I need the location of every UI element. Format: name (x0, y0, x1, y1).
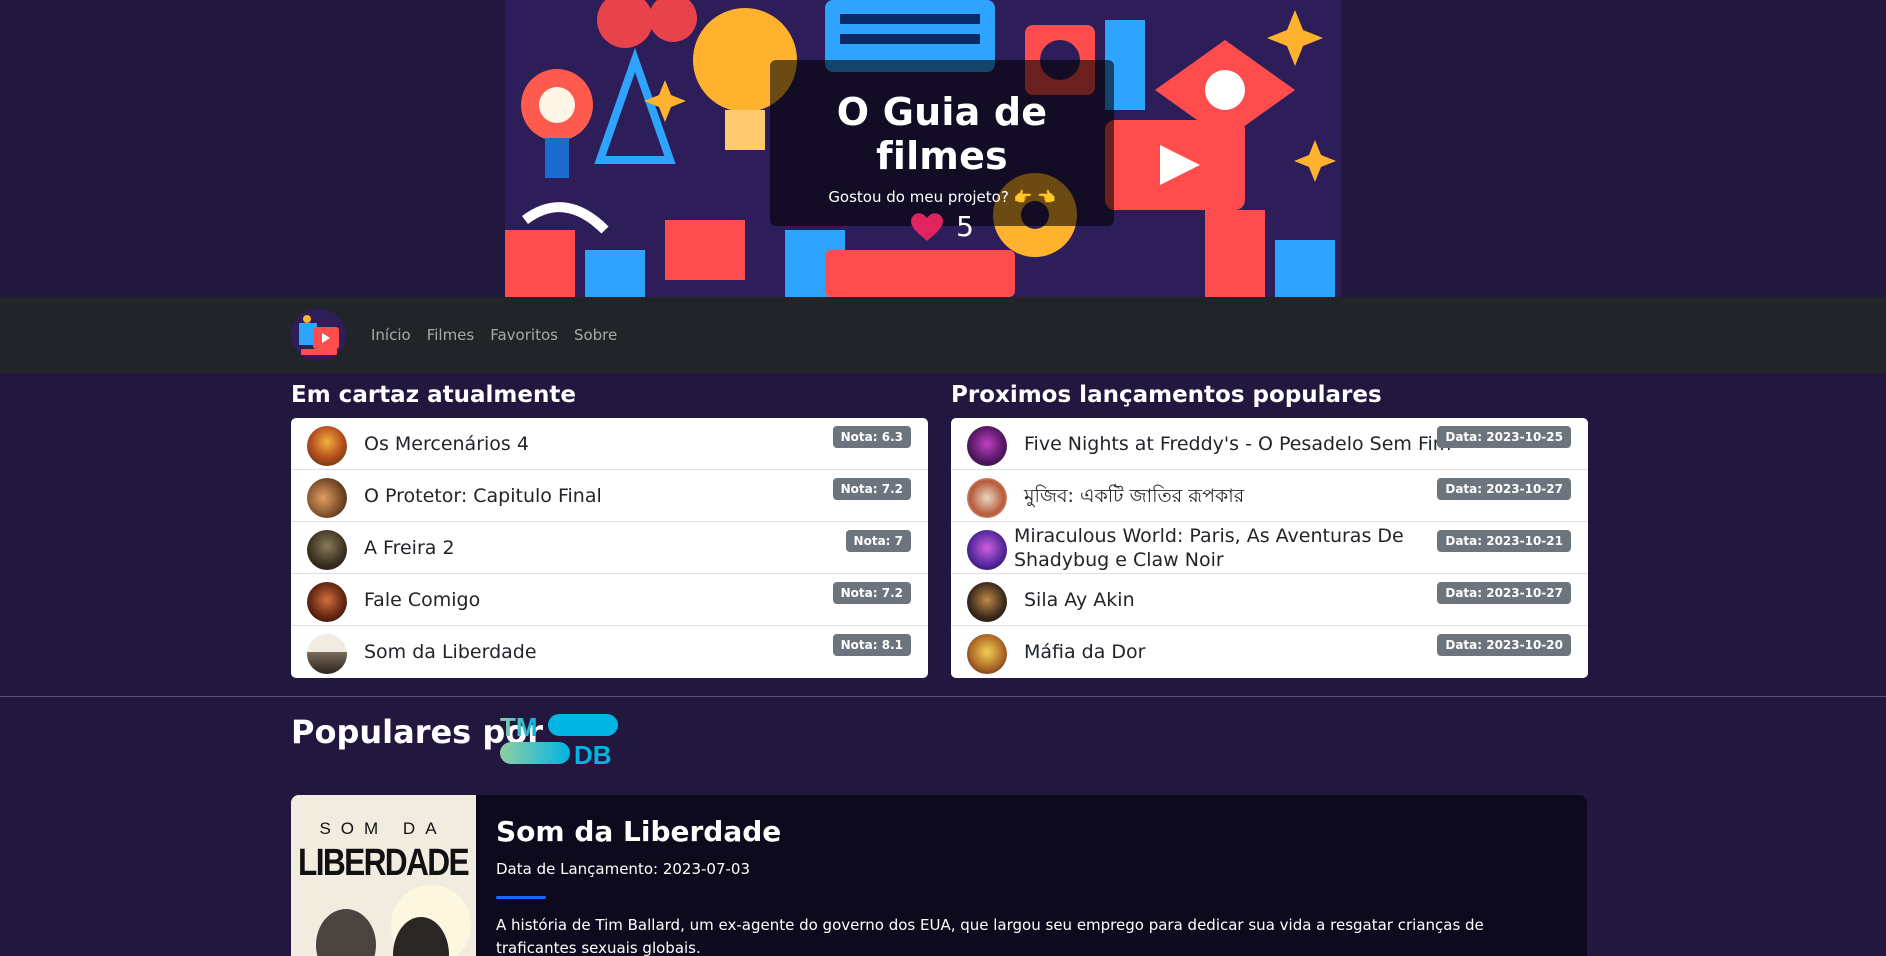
movie-title: Five Nights at Freddy's - O Pesadelo Sem… (1024, 432, 1452, 455)
movie-thumbnail (307, 530, 347, 570)
list-item[interactable]: Sila Ay Akin Data: 2023-10-27 (951, 574, 1588, 626)
now-playing-list: Os Mercenários 4 Nota: 6.3 O Protetor: C… (291, 418, 928, 678)
tmdb-logo-icon[interactable]: TM DB (500, 712, 620, 766)
date-badge: Data: 2023-10-20 (1437, 634, 1571, 656)
movie-title: Som da Liberdade (364, 641, 537, 663)
date-badge: Data: 2023-10-27 (1437, 478, 1571, 500)
movie-title: Máfia da Dor (1024, 641, 1146, 663)
brand-logo-icon[interactable] (291, 309, 346, 361)
list-item[interactable]: Máfia da Dor Data: 2023-10-20 (951, 626, 1588, 678)
heart-icon[interactable] (910, 212, 944, 242)
rating-badge: Nota: 7.2 (832, 478, 911, 500)
list-item[interactable]: Miraculous World: Paris, As Aventuras De… (951, 522, 1588, 574)
hero-subtitle: Gostou do meu projeto? 👉 👈 (828, 188, 1056, 206)
movie-thumbnail (967, 582, 1007, 622)
site-title: O Guia de filmes (836, 90, 1048, 178)
rating-badge: Nota: 8.1 (832, 634, 911, 656)
movie-title: O Protetor: Capitulo Final (364, 484, 602, 507)
poster-top-text: SOM DA (319, 819, 446, 838)
tmdb-logo-bottom: DB (574, 740, 612, 766)
movie-title: মুজিব: একটি জাতির রূপকার (1024, 484, 1245, 507)
nav-link-favoritos[interactable]: Favoritos (490, 326, 558, 344)
featured-movie-card[interactable]: SOM DA LIBERDADE Som da Liberdade Data d… (291, 795, 1587, 956)
movie-thumbnail (967, 478, 1007, 518)
featured-movie-info: Som da Liberdade Data de Lançamento: 202… (496, 815, 1568, 956)
movie-thumbnail (967, 530, 1007, 570)
navbar: Início Filmes Favoritos Sobre (0, 297, 1886, 373)
section-divider (0, 696, 1886, 697)
list-item[interactable]: Five Nights at Freddy's - O Pesadelo Sem… (951, 418, 1588, 470)
list-item[interactable]: A Freira 2 Nota: 7 (291, 522, 928, 574)
movie-thumbnail (307, 582, 347, 622)
nav-link-sobre[interactable]: Sobre (574, 326, 617, 344)
movie-thumbnail (967, 426, 1007, 466)
movie-thumbnail (307, 478, 347, 518)
accent-line (496, 896, 546, 899)
upcoming-title: Proximos lançamentos populares (951, 382, 1382, 408)
list-item[interactable]: Som da Liberdade Nota: 8.1 (291, 626, 928, 678)
poster-bottom-text: LIBERDADE (298, 842, 469, 884)
movie-title: A Freira 2 (364, 536, 455, 559)
like-counter: 5 (770, 210, 1114, 243)
date-badge: Data: 2023-10-27 (1437, 582, 1571, 604)
like-count: 5 (956, 210, 974, 243)
movie-poster: SOM DA LIBERDADE (291, 795, 476, 956)
movie-title: Fale Comigo (364, 588, 481, 611)
movie-thumbnail (307, 426, 347, 466)
list-item[interactable]: Fale Comigo Nota: 7.2 (291, 574, 928, 626)
date-badge: Data: 2023-10-25 (1437, 426, 1571, 448)
list-item[interactable]: মুজিব: একটি জাতির রূপকার Data: 2023-10-2… (951, 470, 1588, 522)
rating-badge: Nota: 7 (845, 530, 911, 552)
rating-badge: Nota: 7.2 (832, 582, 911, 604)
movie-thumbnail (967, 634, 1007, 674)
hero-card: O Guia de filmes Gostou do meu projeto? … (770, 60, 1114, 243)
list-item[interactable]: Os Mercenários 4 Nota: 6.3 (291, 418, 928, 470)
nav-link-inicio[interactable]: Início (371, 326, 411, 344)
rating-badge: Nota: 6.3 (832, 426, 911, 448)
now-playing-title: Em cartaz atualmente (291, 382, 576, 408)
movie-overview: A história de Tim Ballard, um ex-agente … (496, 916, 1484, 956)
movie-thumbnail (307, 634, 347, 674)
featured-title: Som da Liberdade (496, 815, 782, 848)
hero-banner: O Guia de filmes Gostou do meu projeto? … (505, 0, 1341, 297)
upcoming-list: Five Nights at Freddy's - O Pesadelo Sem… (951, 418, 1588, 678)
nav-link-filmes[interactable]: Filmes (427, 326, 475, 344)
movie-title: Sila Ay Akin (1024, 588, 1135, 611)
list-item[interactable]: O Protetor: Capitulo Final Nota: 7.2 (291, 470, 928, 522)
date-badge: Data: 2023-10-21 (1437, 530, 1571, 552)
release-date: Data de Lançamento: 2023-07-03 (496, 860, 750, 878)
movie-title: Os Mercenários 4 (364, 432, 529, 455)
nav-links: Início Filmes Favoritos Sobre (371, 297, 617, 373)
movie-title: Miraculous World: Paris, As Aventuras De… (1014, 524, 1404, 571)
tmdb-logo-top: TM (500, 712, 538, 742)
